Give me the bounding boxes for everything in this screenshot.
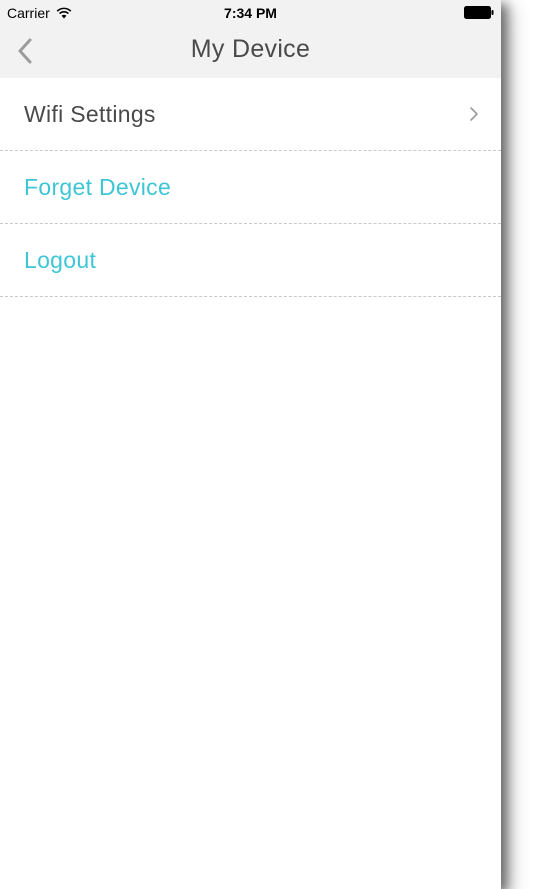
logout-label: Logout [24, 247, 97, 273]
settings-list: Wifi Settings Forget Device Logout [0, 78, 501, 297]
battery-icon [464, 6, 494, 19]
logout-row[interactable]: Logout [0, 224, 501, 297]
phone-screen: Carrier 7:34 PM My Device Wifi Settings … [0, 0, 501, 889]
chevron-right-icon [470, 107, 478, 121]
clock: 7:34 PM [224, 5, 277, 21]
status-bar: Carrier 7:34 PM [0, 0, 501, 26]
screen: Carrier 7:34 PM My Device Wifi Settings … [0, 0, 549, 889]
forget-device-row[interactable]: Forget Device [0, 151, 501, 224]
wifi-settings-label: Wifi Settings [24, 101, 156, 127]
page-title: My Device [190, 35, 311, 63]
forget-device-label: Forget Device [24, 174, 172, 200]
wifi-settings-row[interactable]: Wifi Settings [0, 78, 501, 151]
navigation-bar: My Device [0, 26, 501, 78]
